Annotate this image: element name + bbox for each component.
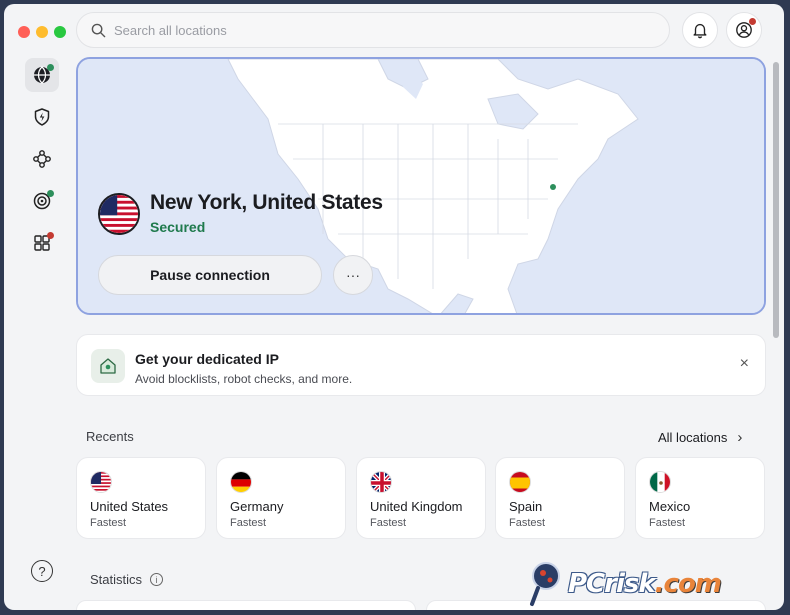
germany-flag-icon: [230, 471, 252, 493]
watermark-text: PCrisk.com: [568, 569, 722, 599]
recents-heading: Recents: [86, 429, 134, 444]
watermark-dom: .com: [654, 569, 722, 599]
info-icon[interactable]: i: [150, 573, 164, 586]
sidebar-item-threat-protection[interactable]: [25, 100, 59, 134]
magnifier-logo-icon: [530, 562, 560, 606]
ellipsis-icon: ···: [346, 267, 360, 283]
apps-badge: [47, 232, 54, 239]
help-label: ?: [38, 563, 46, 579]
connection-map-panel: New York, United States Secured Pause co…: [76, 57, 766, 315]
account-badge: [749, 18, 756, 25]
statistics-card: [76, 600, 416, 610]
monitor-badge: [47, 190, 54, 197]
recent-name: Spain: [509, 499, 543, 514]
search-bar[interactable]: [76, 12, 670, 48]
watermark-risk: risk: [604, 569, 656, 599]
search-input[interactable]: [114, 22, 614, 38]
mesh-network-icon: [33, 150, 51, 168]
us-flag-icon: [90, 471, 112, 493]
recent-name: Mexico: [649, 499, 691, 514]
close-window-button[interactable]: [18, 26, 30, 38]
account-button[interactable]: [726, 12, 762, 48]
bell-icon: [693, 23, 707, 39]
pause-connection-button[interactable]: Pause connection: [98, 255, 322, 295]
help-button[interactable]: ?: [31, 560, 53, 582]
search-icon: [91, 23, 106, 37]
recent-location-card[interactable]: United States Fastest: [76, 457, 206, 539]
notifications-button[interactable]: [682, 12, 718, 48]
recent-sub: Fastest: [509, 517, 546, 529]
recent-location-card[interactable]: Spain Fastest: [495, 457, 625, 539]
spain-flag-icon: [509, 471, 531, 493]
sidebar-item-apps[interactable]: [25, 226, 59, 260]
recent-location-card[interactable]: Mexico Fastest: [635, 457, 765, 539]
us-flag-icon: [98, 193, 140, 235]
recent-location-card[interactable]: United Kingdom Fastest: [356, 457, 486, 539]
more-options-button[interactable]: ···: [333, 255, 373, 295]
recent-sub: Fastest: [230, 517, 267, 529]
recent-name: United Kingdom: [370, 499, 463, 514]
statistics-heading: Statistics i: [90, 572, 164, 587]
sidebar-item-meshnet[interactable]: [25, 142, 59, 176]
recent-name: Germany: [230, 499, 284, 514]
locations-badge: [47, 64, 54, 71]
location-name: New York, United States: [150, 191, 383, 214]
sidebar-item-dark-web-monitor[interactable]: [25, 184, 59, 218]
promo-title: Get your dedicated IP: [135, 351, 279, 367]
statistics-label: Statistics: [90, 572, 143, 587]
promo-subtitle: Avoid blocklists, robot checks, and more…: [135, 372, 353, 386]
shield-bolt-icon: [34, 108, 50, 126]
dedicated-ip-promo[interactable]: Get your dedicated IP Avoid blocklists, …: [76, 334, 766, 396]
mexico-flag-icon: [649, 471, 671, 493]
recent-sub: Fastest: [370, 517, 407, 529]
recent-sub: Fastest: [90, 517, 127, 529]
home-ip-icon: [91, 349, 125, 383]
connection-status: Secured: [150, 219, 206, 235]
minimize-window-button[interactable]: [36, 26, 48, 38]
uk-flag-icon: [370, 471, 392, 493]
watermark-pc: PC: [568, 569, 605, 599]
recent-location-card[interactable]: Germany Fastest: [216, 457, 346, 539]
recent-name: United States: [90, 499, 169, 514]
pcrisk-watermark: PCrisk.com: [528, 560, 722, 608]
all-locations-label: All locations: [658, 430, 728, 445]
app-window: ?: [4, 4, 784, 610]
close-icon[interactable]: ×: [740, 355, 749, 373]
sidebar-item-locations[interactable]: [25, 58, 59, 92]
all-locations-link[interactable]: All locations ›: [658, 429, 742, 446]
recent-sub: Fastest: [649, 517, 686, 529]
scrollbar[interactable]: [773, 62, 779, 338]
chevron-right-icon: ›: [737, 429, 743, 446]
zoom-window-button[interactable]: [54, 26, 66, 38]
